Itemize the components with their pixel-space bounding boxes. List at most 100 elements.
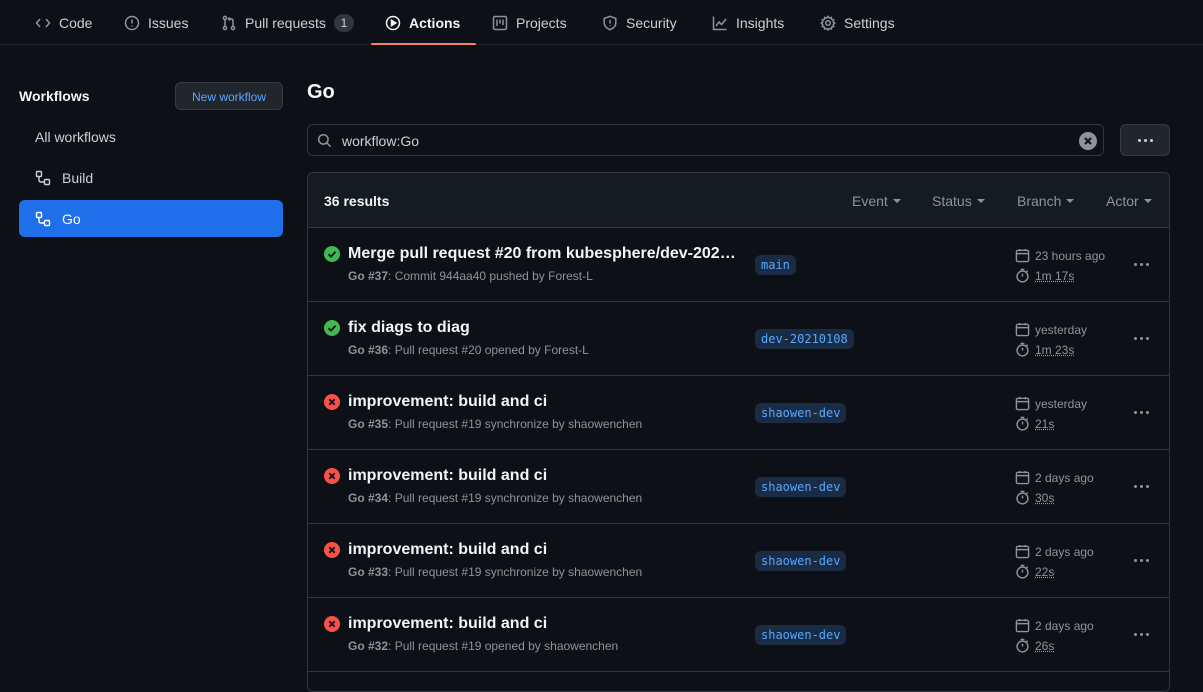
run-duration-text: 21s (1035, 416, 1055, 431)
sidebar-item-build[interactable]: Build (19, 159, 283, 196)
event-filter-label: Event (852, 193, 888, 209)
run-time-text: 23 hours ago (1035, 248, 1106, 263)
sidebar-item-label: All workflows (35, 128, 116, 145)
run-workflow-number: Go #34 (348, 491, 389, 505)
branch-badge[interactable]: shaowen-dev (755, 551, 847, 571)
table-row[interactable]: fix diags to diag Go #36: Pull request #… (308, 302, 1169, 376)
run-duration-text: 30s (1035, 490, 1055, 505)
search-box (307, 124, 1104, 156)
project-icon (492, 15, 508, 30)
run-menu-button[interactable] (1126, 326, 1156, 350)
run-title-link[interactable]: improvement: build and ci (348, 393, 738, 411)
tab-code[interactable]: Code (35, 0, 92, 45)
runs-header: 36 results Event Status Branch Actor (308, 173, 1169, 228)
event-filter[interactable]: Event (852, 193, 901, 209)
tab-pull-requests[interactable]: Pull requests 1 (221, 0, 354, 45)
branch-badge[interactable]: shaowen-dev (755, 625, 847, 645)
tab-insights[interactable]: Insights (712, 0, 784, 45)
branch-badge[interactable]: shaowen-dev (755, 403, 847, 423)
run-time: 2 days ago (1015, 470, 1094, 485)
stopwatch-icon (1016, 490, 1029, 505)
sidebar-item-all-workflows[interactable]: All workflows (19, 118, 283, 155)
run-event-text: : Pull request #19 synchronize by shaowe… (388, 565, 643, 579)
run-duration-text: 1m 17s (1035, 268, 1075, 283)
run-description: Go #36: Pull request #20 opened by Fores… (348, 343, 589, 357)
run-duration: 1m 17s (1015, 268, 1074, 283)
branch-filter[interactable]: Branch (1017, 193, 1075, 209)
run-menu-button[interactable] (1126, 400, 1156, 424)
run-event-text: : Pull request #19 synchronize by shaowe… (388, 491, 643, 505)
run-menu-button[interactable] (1126, 622, 1156, 646)
run-title-link[interactable]: Merge pull request #20 from kubesphere/d… (348, 245, 738, 263)
kebab-horizontal-icon (1126, 326, 1156, 350)
results-count: 36 results (324, 193, 390, 209)
workflow-menu-button[interactable] (1120, 124, 1170, 156)
sidebar-item-go[interactable]: Go (19, 200, 283, 237)
stopwatch-icon (1016, 564, 1029, 579)
run-duration-text: 26s (1035, 638, 1055, 653)
run-workflow-number: Go #36 (348, 343, 389, 357)
run-description: Go #34: Pull request #19 synchronize by … (348, 491, 642, 505)
table-row[interactable]: improvement: build and ci Go #32: Pull r… (308, 598, 1169, 672)
search-input[interactable] (340, 129, 1074, 153)
run-time: 2 days ago (1015, 544, 1094, 559)
run-time: yesterday (1015, 322, 1087, 337)
table-row[interactable]: improvement: build and ci Go #33: Pull r… (308, 524, 1169, 598)
issue-icon (124, 15, 140, 30)
x-circle-icon (324, 616, 340, 632)
run-time-text: yesterday (1035, 322, 1088, 337)
run-menu-button[interactable] (1126, 474, 1156, 498)
run-time-text: 2 days ago (1035, 618, 1094, 633)
kebab-horizontal-icon (1126, 622, 1156, 646)
branch-badge[interactable]: main (755, 255, 796, 275)
sidebar-item-label: Build (62, 169, 94, 186)
tab-settings[interactable]: Settings (820, 0, 895, 45)
run-title-link[interactable]: improvement: build and ci (348, 541, 738, 559)
tab-issues[interactable]: Issues (124, 0, 188, 45)
close-icon (1084, 137, 1092, 145)
pull-requests-count-badge: 1 (333, 13, 354, 32)
run-description: Go #37: Commit 944aa40 pushed by Forest-… (348, 269, 593, 283)
tab-pull-requests-label: Pull requests (245, 14, 326, 31)
tab-issues-label: Issues (148, 14, 189, 31)
run-time: 2 days ago (1015, 618, 1094, 633)
check-circle-icon (324, 246, 340, 262)
tab-actions-label: Actions (409, 14, 461, 31)
tab-settings-label: Settings (844, 14, 895, 31)
tab-projects[interactable]: Projects (492, 0, 567, 45)
new-workflow-button[interactable]: New workflow (175, 82, 283, 110)
stopwatch-icon (1016, 268, 1029, 283)
run-event-text: : Pull request #20 opened by Forest-L (388, 343, 589, 357)
workflow-icon (35, 170, 51, 185)
run-title-link[interactable]: improvement: build and ci (348, 467, 738, 485)
status-filter[interactable]: Status (932, 193, 985, 209)
run-duration: 21s (1015, 416, 1054, 431)
kebab-horizontal-icon (1126, 474, 1156, 498)
run-event-text: : Pull request #19 opened by shaowenchen (388, 639, 619, 653)
run-menu-button[interactable] (1126, 548, 1156, 572)
branch-badge[interactable]: shaowen-dev (755, 477, 847, 497)
run-menu-button[interactable] (1126, 252, 1156, 276)
actor-filter[interactable]: Actor (1106, 193, 1152, 209)
kebab-horizontal-icon (1126, 252, 1156, 276)
tab-actions[interactable]: Actions (370, 0, 477, 45)
branch-badge[interactable]: dev-20210108 (755, 329, 854, 349)
workflow-icon (35, 211, 51, 226)
run-title-link[interactable]: improvement: build and ci (348, 615, 738, 633)
stopwatch-icon (1016, 342, 1029, 357)
run-duration: 1m 23s (1015, 342, 1074, 357)
table-row[interactable]: improvement: build and ci Go #35: Pull r… (308, 376, 1169, 450)
run-time-text: yesterday (1035, 396, 1088, 411)
tab-security[interactable]: Security (602, 0, 677, 45)
kebab-horizontal-icon (1121, 125, 1169, 155)
clear-search-button[interactable] (1079, 132, 1097, 150)
stopwatch-icon (1016, 638, 1029, 653)
search-icon (317, 133, 332, 148)
run-duration: 30s (1015, 490, 1054, 505)
tab-projects-label: Projects (516, 14, 567, 31)
run-title-link[interactable]: fix diags to diag (348, 319, 738, 337)
calendar-icon (1015, 544, 1030, 559)
table-row[interactable]: Merge pull request #20 from kubesphere/d… (308, 228, 1169, 302)
table-row[interactable]: improvement: build and ci Go #34: Pull r… (308, 450, 1169, 524)
kebab-horizontal-icon (1126, 548, 1156, 572)
